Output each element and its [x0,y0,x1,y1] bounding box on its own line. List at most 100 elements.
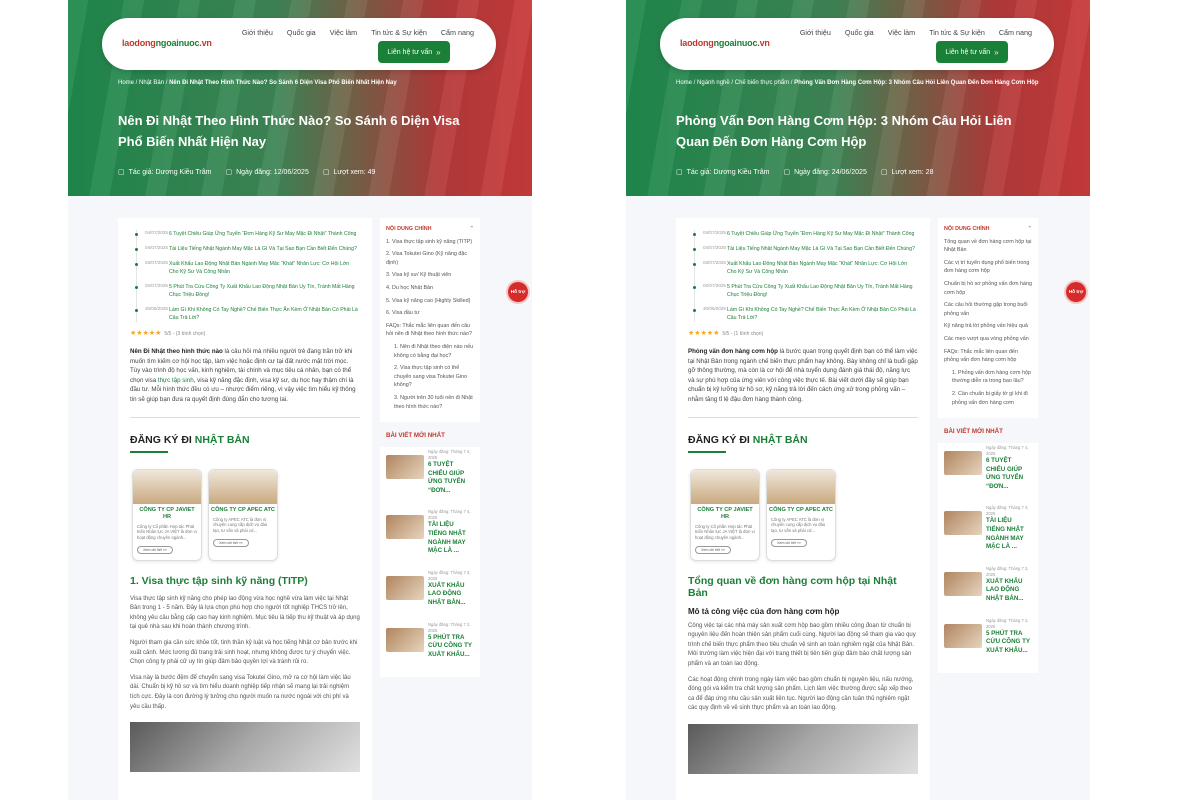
news-item[interactable]: Ngày đăng: Tháng 7 2, 2025 5 PHÚT TRA CỨU… [386,622,474,660]
company-photo [209,469,277,504]
company-photo [767,469,835,504]
news-item[interactable]: Ngày đăng: Tháng 7 3, 2025 XUẤT KHẨU LAO … [386,570,474,608]
news-thumbnail[interactable] [944,623,982,648]
paragraph: Người tham gia cần sức khỏe tốt, tinh th… [130,639,358,666]
toc-subitem[interactable]: 1. Phỏng vấn đơn hàng cơm hộp thường diễ… [944,369,1032,386]
news-thumbnail[interactable] [944,451,982,476]
toc-item[interactable]: Các vị trí tuyển dụng phổ biến trong đơn… [944,259,1032,276]
news-item[interactable]: Ngày đăng: Tháng 7 3, 2025 XUẤT KHẨU LAO … [944,566,1032,604]
breadcrumb-nganh-nghe[interactable]: Ngành nghề [697,80,730,86]
news-thumbnail[interactable] [386,455,424,480]
intro-paragraph: Nên Đi Nhật theo hình thức nào là câu hỏ… [130,348,356,403]
view-count: Lượt xem: 28 [881,168,933,176]
hero-banner: laodongngoainuoc.vn Giới thiệu Quốc gia … [626,0,1090,196]
list-item[interactable]: 03/07/2025 Xuất Khẩu Lao Động Nhật Bản Ng… [135,260,360,276]
inline-link[interactable]: thực tập sinh [158,377,194,384]
toc-item[interactable]: Kỹ năng trả lời phỏng vấn hiệu quả [944,322,1032,331]
list-item[interactable]: 02/07/2025 5 Phút Tra Cứu Công Ty Xuất Kh… [693,283,918,299]
news-item[interactable]: Ngày đăng: Tháng 7 4, 2025 6 TUYỆT CHIÊU … [386,449,474,495]
menu-item-tin-tuc[interactable]: Tin tức & Sự kiện [929,28,985,37]
toc-item[interactable]: FAQs: Thắc mắc liên quan đến phỏng vấn đ… [944,348,1032,365]
contact-button[interactable]: Liên hệ tư vấn» [378,41,450,63]
site-logo[interactable]: laodongngoainuoc.vn [122,38,212,48]
subsection-heading: Mô tả công việc của đơn hàng cơm hộp [688,606,840,616]
latest-posts: Ngày đăng: Tháng 7 4, 2025 6 TUYỆT CHIÊU … [380,447,480,678]
breadcrumb-home[interactable]: Home [676,80,692,86]
list-item[interactable]: 04/07/2025 6 Tuyệt Chiêu Giúp Ứng Tuyển “… [135,230,360,238]
news-item[interactable]: Ngày đăng: Tháng 7 4, 2025 6 TUYỆT CHIÊU … [944,445,1032,491]
view-detail-button[interactable]: Xem chi tiết »» [695,545,731,554]
star-rating[interactable]: ★★★★★ 5/5 - (1 bình chọn) [688,329,918,337]
news-item[interactable]: Ngày đăng: Tháng 7 4, 2025 TÀI LIỆU TIẾNG… [944,505,1032,551]
star-rating[interactable]: ★★★★★ 5/5 - (3 bình chọn) [130,329,360,337]
view-detail-button[interactable]: Xem chi tiết »» [137,545,173,554]
toc-item[interactable]: 3. Visa kỹ sư/ Kỹ thuật viên [386,271,474,280]
company-photo [133,469,201,504]
toc-item[interactable]: Các câu hỏi thường gặp trong buổi phỏng … [944,301,1032,318]
page-title: Phỏng Vấn Đơn Hàng Cơm Hộp: 3 Nhóm Câu H… [676,113,1012,149]
toc-item[interactable]: Tổng quan về đơn hàng cơm hộp tại Nhật B… [944,238,1032,255]
news-thumbnail[interactable] [386,627,424,652]
company-card: CÔNG TY CP JAVIET HR Công ty Cổ phần Hợp … [132,468,202,561]
toc-item[interactable]: 1. Visa thực tập sinh kỹ năng (TITP) [386,238,474,247]
toc-item[interactable]: Chuẩn bị hồ sơ phỏng vấn đơn hàng cơm hộ… [944,280,1032,297]
news-item[interactable]: Ngày đăng: Tháng 7 2, 2025 5 PHÚT TRA CỨU… [944,618,1032,656]
article-content: 04/07/2025 6 Tuyệt Chiêu Giúp Ứng Tuyển “… [676,218,930,800]
toc-item[interactable]: 5. Visa kỹ năng cao (Highly Skilled) [386,297,474,306]
register-heading: ĐĂNG KÝ ĐI NHẬT BẢN [688,433,808,446]
article-image [130,722,360,773]
article-image [688,723,918,774]
news-thumbnail[interactable] [386,575,424,600]
author: Tác giả: Dương Kiều Trâm [118,168,212,176]
toc-subitem[interactable]: 2. Visa thực tập sinh có thể chuyển sang… [386,364,474,390]
list-item[interactable]: 30/06/2025 Làm Gì Khi Không Có Tay Nghề? … [135,306,360,322]
breadcrumb-nhat-ban[interactable]: Nhật Bản [139,80,164,86]
list-item[interactable]: 02/07/2025 5 Phút Tra Cứu Công Ty Xuất Kh… [135,283,360,299]
sidebar: NỘI DUNG CHÍNH ⌃ Tổng quan về đơn hàng cơ… [938,218,1038,674]
contact-button[interactable]: Liên hệ tư vấn» [936,41,1008,63]
view-detail-button[interactable]: Xem chi tiết »» [771,538,807,547]
section-heading: Tổng quan về đơn hàng cơm hộp tại Nhật B… [688,574,897,599]
menu-item-gioi-thieu[interactable]: Giới thiệu [800,28,831,37]
toc-item[interactable]: FAQs: Thắc mắc liên quan đến câu hỏi nên… [386,322,474,339]
menu-item-viec-lam[interactable]: Việc làm [888,28,915,37]
menu-item-gioi-thieu[interactable]: Giới thiệu [242,28,273,37]
latest-posts-heading: BÀI VIẾT MỚI NHẤT [944,428,1003,436]
menu-item-cam-nang[interactable]: Cẩm nang [999,28,1032,37]
menu-item-tin-tuc[interactable]: Tin tức & Sự kiện [371,28,427,37]
menu-item-quoc-gia[interactable]: Quốc gia [287,28,316,37]
page-title: Nên Đi Nhật Theo Hình Thức Nào? So Sánh … [118,113,460,149]
support-button[interactable]: Hỗ trợ [508,282,528,302]
company-photo [691,469,759,504]
menu-item-cam-nang[interactable]: Cẩm nang [441,28,474,37]
menu-item-viec-lam[interactable]: Việc làm [330,28,357,37]
chevron-up-icon[interactable]: ⌃ [1027,225,1032,234]
breadcrumb-che-bien[interactable]: Chế biến thực phẩm [735,80,789,86]
news-thumbnail[interactable] [386,515,424,540]
support-button[interactable]: Hỗ trợ [1066,282,1086,302]
toc-item[interactable]: 4. Du học Nhật Bản [386,284,474,293]
news-item[interactable]: Ngày đăng: Tháng 7 4, 2025 TÀI LIỆU TIẾNG… [386,509,474,555]
news-thumbnail[interactable] [944,571,982,596]
paragraph: Công việc tại các nhà máy sản xuất cơm h… [688,622,916,667]
post-meta: Tác giả: Dương Kiều Trâm Ngày đăng: 12/0… [118,168,376,176]
news-thumbnail[interactable] [944,511,982,536]
list-item[interactable]: 30/06/2025 Làm Gì Khi Không Có Tay Nghề? … [693,306,918,322]
list-item[interactable]: 04/07/2025 6 Tuyệt Chiêu Giúp Ứng Tuyển “… [693,230,918,238]
site-logo[interactable]: laodongngoainuoc.vn [680,38,770,48]
toc-item[interactable]: 6. Visa đầu tư [386,309,474,318]
list-item[interactable]: 04/07/2025 Tài Liệu Tiếng Nhật Ngành May … [693,245,918,253]
toc-subitem[interactable]: 2. Cần chuẩn bị giấy tờ gì khi đi phỏng … [944,390,1032,407]
chevron-up-icon[interactable]: ⌃ [469,225,474,234]
menu-item-quoc-gia[interactable]: Quốc gia [845,28,874,37]
double-chevron-right-icon: » [436,47,441,57]
list-item[interactable]: 04/07/2025 Tài Liệu Tiếng Nhật Ngành May … [135,245,360,253]
list-item[interactable]: 03/07/2025 Xuất Khẩu Lao Động Nhật Bản Ng… [693,260,918,276]
toc-item[interactable]: Các mẹo vượt qua vòng phỏng vấn [944,335,1032,344]
view-detail-button[interactable]: Xem chi tiết »» [213,538,249,547]
breadcrumb-home[interactable]: Home [118,80,134,86]
toc-subitem[interactable]: 1. Nên đi Nhật theo diện nào nếu không c… [386,343,474,360]
paragraph: Các hoạt động chính trong ngày làm việc … [688,676,914,712]
toc-subitem[interactable]: 3. Người trên 30 tuổi nên đi Nhật theo h… [386,394,474,411]
toc-item[interactable]: 2. Visa Tokutei Gino (Kỹ năng đặc định) [386,250,474,267]
